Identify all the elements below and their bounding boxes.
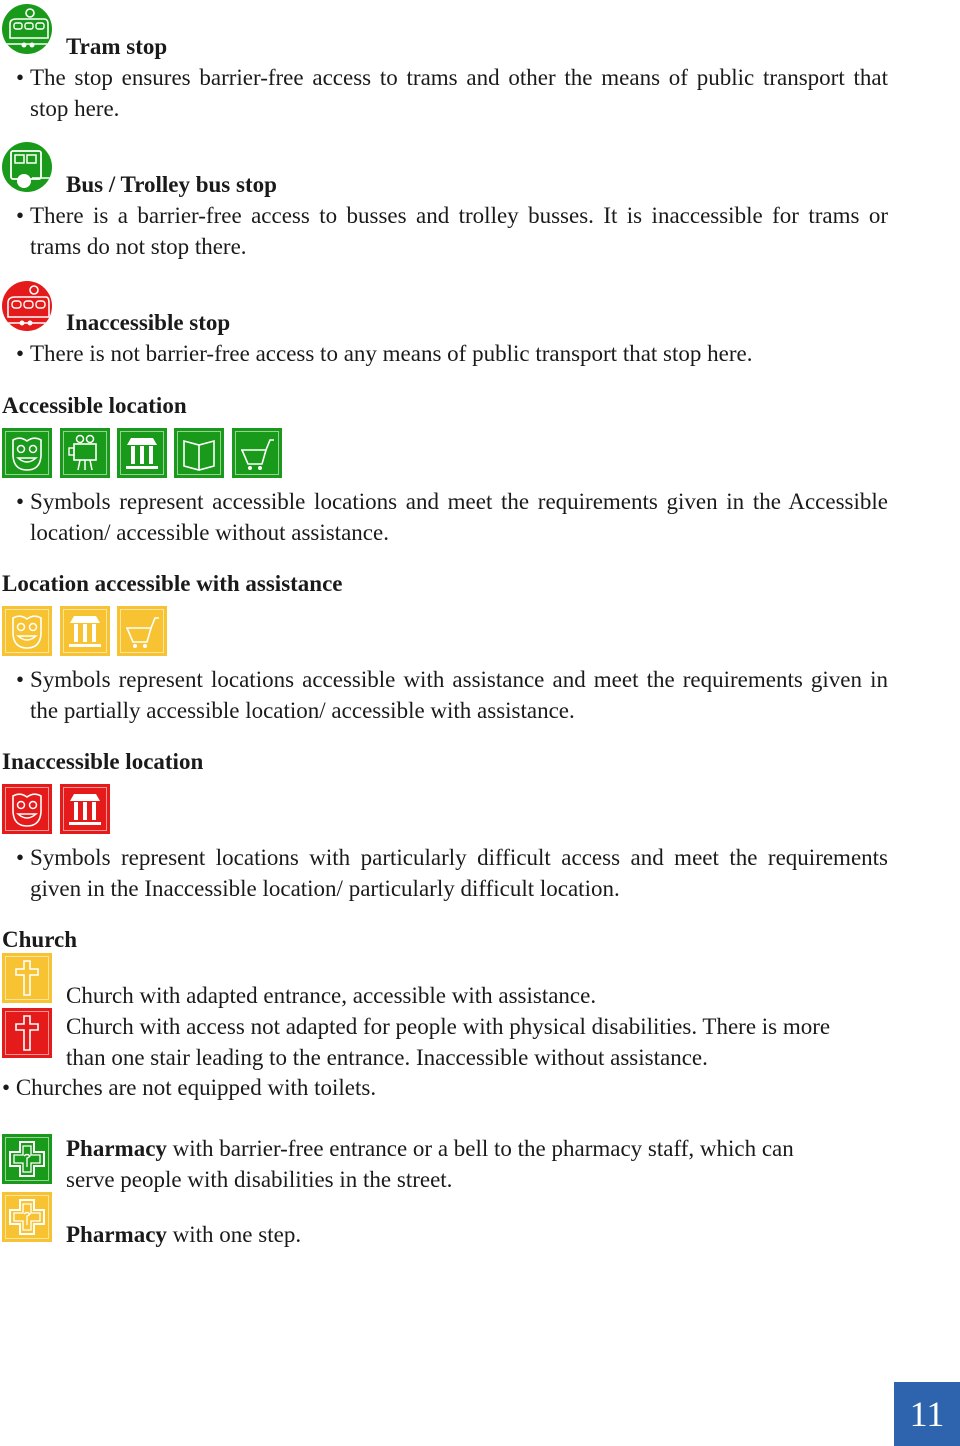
stop-title: Inaccessible stop: [66, 310, 231, 335]
stop-title: Tram stop: [66, 34, 168, 59]
tram-stop-icon: [2, 4, 52, 54]
section-heading: Location accessible with assistance: [2, 571, 343, 596]
section-heading: Church: [2, 927, 77, 952]
shopping-cart-icon: [117, 606, 167, 656]
section-heading: Accessible location: [2, 393, 187, 418]
shopping-cart-icon: [232, 428, 282, 478]
stop-description: • There is not barrier-free access to an…: [16, 341, 753, 366]
church-cross-icon: [2, 953, 52, 1003]
pharmacy-cross-icon: [2, 1192, 52, 1242]
theatre-mask-icon: [2, 784, 52, 834]
book-icon: [174, 428, 224, 478]
section-heading: Inaccessible location: [2, 749, 204, 774]
section-description: • Symbols represent locations accessible…: [16, 667, 888, 723]
museum-icon: [60, 784, 110, 834]
museum-icon: [117, 428, 167, 478]
theatre-mask-icon: [2, 606, 52, 656]
church-cross-icon: [2, 1008, 52, 1058]
section-description: • Symbols represent accessible locations…: [16, 489, 888, 545]
pharmacy-item-text: serve people with disabilities in the st…: [66, 1167, 453, 1192]
inaccessible-stop-icon: [2, 281, 52, 331]
museum-icon: [60, 606, 110, 656]
film-camera-icon: [60, 428, 110, 478]
page-number: 11: [894, 1382, 960, 1446]
bullet: •: [2, 1075, 11, 1100]
church-note: • Churches are not equipped with toilets…: [2, 1072, 376, 1103]
church-item-text: Church with access not adapted for peopl…: [66, 1014, 831, 1039]
bus-trolley-stop-icon: [2, 142, 52, 192]
pharmacy-cross-icon: [2, 1134, 52, 1184]
pharmacy-item-text: Pharmacy with one step.: [66, 1222, 302, 1247]
section-description: • Symbols represent locations with parti…: [16, 845, 888, 901]
pharmacy-item-text: Pharmacy with barrier-free entrance or a…: [66, 1136, 794, 1161]
church-item-text: Church with adapted entrance, accessible…: [66, 983, 597, 1008]
theatre-mask-icon: [2, 428, 52, 478]
note-text: Churches are not equipped with toilets.: [15, 1075, 377, 1100]
stop-title: Bus / Trolley bus stop: [66, 172, 277, 197]
church-item-text: than one stair leading to the entrance. …: [66, 1045, 708, 1070]
stop-description: • The stop ensures barrier-free access t…: [16, 65, 888, 121]
stop-description: • There is a barrier-free access to buss…: [16, 203, 888, 259]
